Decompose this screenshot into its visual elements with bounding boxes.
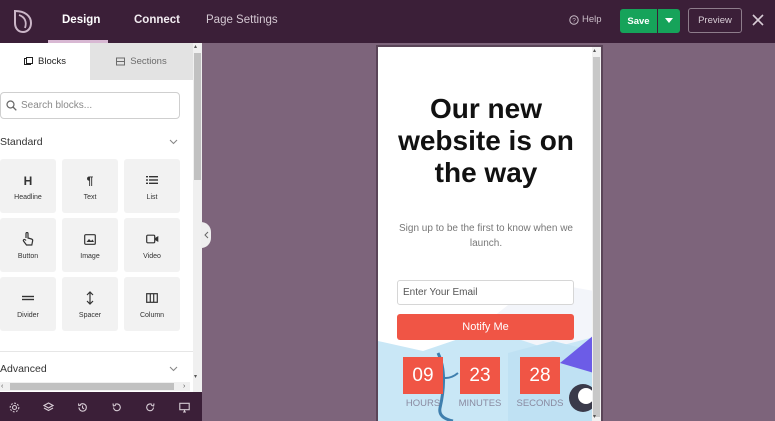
bottom-toolbar: [0, 392, 202, 421]
countdown-minutes-label: MINUTES: [458, 398, 502, 409]
top-bar: Design Connect Page Settings ? Help Save…: [0, 0, 775, 43]
block-label: Spacer: [78, 312, 102, 319]
scrollbar-thumb[interactable]: [10, 383, 174, 390]
horizontal-scrollbar[interactable]: ‹ ›: [0, 382, 190, 391]
search-input[interactable]: [21, 100, 171, 111]
block-spacer[interactable]: Spacer: [62, 277, 118, 331]
tab-blocks-label: Blocks: [38, 56, 66, 67]
block-headline[interactable]: H Headline: [0, 159, 56, 213]
section-divider: [0, 351, 193, 352]
paragraph-icon: ¶: [83, 173, 97, 187]
blocks-icon: [24, 57, 33, 65]
block-label: Headline: [14, 194, 42, 201]
divider-icon: [21, 291, 35, 305]
heading-icon: H: [21, 173, 35, 187]
video-icon: [145, 232, 159, 246]
scroll-up-icon[interactable]: ▴: [194, 43, 197, 50]
layers-icon[interactable]: [43, 402, 54, 413]
scroll-right-icon[interactable]: ›: [183, 383, 185, 390]
tab-sections-label: Sections: [130, 56, 167, 67]
close-icon[interactable]: [751, 13, 765, 27]
tab-page-settings[interactable]: Page Settings: [206, 14, 278, 26]
help-label: Help: [582, 14, 602, 25]
block-list[interactable]: List: [124, 159, 180, 213]
block-text[interactable]: ¶ Text: [62, 159, 118, 213]
block-label: Column: [139, 312, 165, 319]
block-label: Text: [83, 194, 97, 201]
settings-icon[interactable]: [9, 402, 20, 413]
save-options-button[interactable]: [658, 9, 680, 33]
preview-scrollbar[interactable]: ▴ ▾: [592, 47, 601, 421]
scroll-left-icon[interactable]: ‹: [1, 383, 3, 390]
block-label: Video: [143, 253, 161, 260]
tab-sections[interactable]: Sections: [90, 43, 193, 80]
list-icon: [145, 173, 159, 187]
svg-text:?: ?: [572, 17, 576, 24]
block-image[interactable]: Image: [62, 218, 118, 272]
help-link[interactable]: ? Help: [569, 14, 602, 25]
advanced-section-header[interactable]: Advanced: [0, 361, 186, 377]
image-icon: [83, 232, 97, 246]
search-box[interactable]: [0, 92, 180, 119]
block-label: Image: [80, 253, 100, 260]
scroll-down-icon[interactable]: ▾: [593, 413, 596, 420]
column-icon: [145, 291, 159, 305]
tab-connect[interactable]: Connect: [134, 14, 180, 26]
logo-icon[interactable]: [11, 8, 35, 34]
chevron-down-icon: [169, 139, 178, 145]
scroll-down-icon[interactable]: ▾: [194, 373, 197, 380]
tab-blocks[interactable]: Blocks: [0, 43, 90, 80]
scrollbar-thumb[interactable]: [194, 53, 201, 180]
desktop-icon[interactable]: [179, 402, 190, 413]
undo-icon[interactable]: [111, 402, 122, 413]
sections-icon: [116, 57, 126, 66]
search-icon: [6, 100, 17, 111]
countdown-seconds-label: SECONDS: [516, 398, 564, 409]
sidebar-vertical-scrollbar[interactable]: ▴ ▾: [193, 43, 202, 392]
pointer-icon: [21, 232, 35, 246]
chevron-left-icon: [203, 231, 208, 239]
block-divider[interactable]: Divider: [0, 277, 56, 331]
standard-section-title: Standard: [0, 136, 43, 148]
sidebar: Blocks Sections Standard H Headline ¶ Te…: [0, 43, 193, 392]
block-label: Button: [17, 253, 39, 260]
standard-section-header[interactable]: Standard: [0, 134, 186, 150]
preview-button[interactable]: Preview: [688, 8, 742, 33]
page-headline: Our new website is on the way: [398, 93, 574, 188]
email-input[interactable]: [397, 280, 574, 305]
block-label: List: [146, 194, 158, 201]
countdown-hours: 09: [403, 357, 443, 394]
spacer-icon: [83, 291, 97, 305]
advanced-section-title: Advanced: [0, 363, 47, 375]
block-video[interactable]: Video: [124, 218, 180, 272]
save-button[interactable]: Save: [620, 9, 657, 33]
block-column[interactable]: Column: [124, 277, 180, 331]
history-icon[interactable]: [77, 402, 88, 413]
help-icon: ?: [569, 14, 579, 25]
chevron-down-icon: [169, 366, 178, 372]
block-button[interactable]: Button: [0, 218, 56, 272]
block-label: Divider: [17, 312, 39, 319]
mobile-preview-frame: Our new website is on the way Sign up to…: [376, 45, 603, 421]
page-subtext: Sign up to be the first to know when we …: [399, 223, 573, 249]
countdown-hours-label: HOURS: [405, 398, 441, 409]
scrollbar-thumb[interactable]: [593, 57, 600, 417]
notify-me-button[interactable]: Notify Me: [397, 314, 574, 340]
countdown-minutes: 23: [460, 357, 500, 394]
countdown-seconds: 28: [520, 357, 560, 394]
redo-icon[interactable]: [145, 402, 156, 413]
chevron-down-icon: [665, 18, 673, 23]
tab-design[interactable]: Design: [62, 14, 100, 26]
sidebar-tabs: Blocks Sections: [0, 43, 193, 80]
svg-text:¶: ¶: [87, 174, 94, 186]
scroll-up-icon[interactable]: ▴: [593, 47, 596, 54]
svg-text:H: H: [24, 174, 33, 186]
